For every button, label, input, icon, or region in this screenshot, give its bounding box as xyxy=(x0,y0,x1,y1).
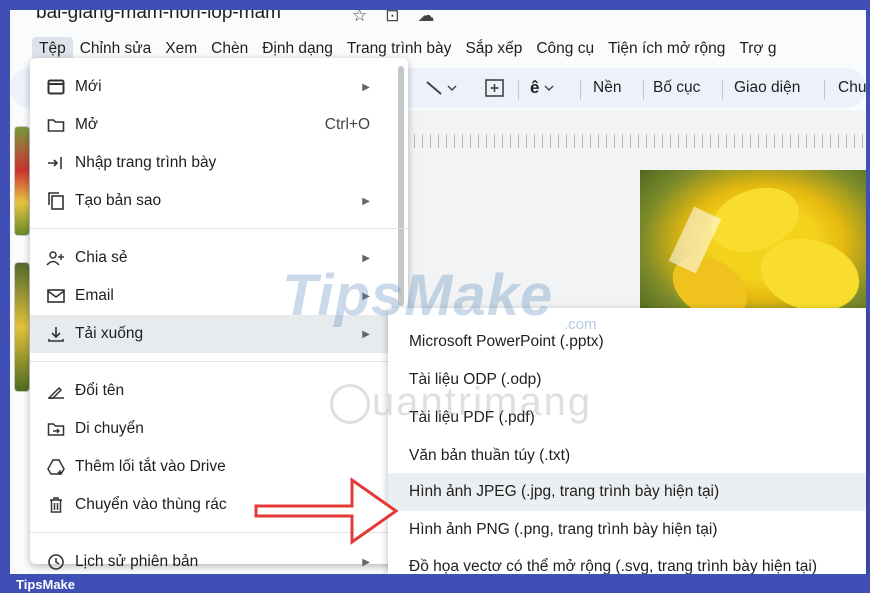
slide-thumbnail[interactable] xyxy=(14,126,30,236)
file-menu-label: Chuyển vào thùng rác xyxy=(75,496,227,513)
download-option-label: Hình ảnh PNG (.png, trang trình bày hiện… xyxy=(409,521,718,538)
trash-icon xyxy=(46,495,66,515)
version-history-icon xyxy=(46,552,66,572)
file-menu-label: Di chuyển xyxy=(75,420,144,437)
cloud-saved-icon[interactable]: ☁ xyxy=(418,10,435,26)
submenu-arrow-icon: ▶ xyxy=(362,556,370,568)
toolbar-divider xyxy=(518,80,519,100)
add-comment-icon xyxy=(485,79,504,97)
file-menu-label: Chia sẻ xyxy=(75,249,128,266)
theme-button[interactable]: Giao diện xyxy=(734,68,800,108)
menu-divider xyxy=(30,228,408,229)
quantrimang-watermark: uantrimang xyxy=(372,380,593,424)
file-menu-label: Đổi tên xyxy=(75,382,125,399)
chevron-down-icon xyxy=(544,85,554,92)
input-tools-icon: ê xyxy=(530,78,540,97)
line-tool-button[interactable] xyxy=(424,68,458,108)
file-menu-label: Lịch sử phiên bản xyxy=(75,553,199,570)
download-icon xyxy=(46,324,66,344)
file-menu-label: Thêm lối tắt vào Drive xyxy=(75,458,226,475)
file-menu-label: Email xyxy=(75,287,114,304)
menu-extensions[interactable]: Tiện ích mở rộng xyxy=(601,37,732,61)
toolbar-divider xyxy=(580,80,581,100)
copy-icon xyxy=(46,191,66,211)
file-menu-label: Tải xuống xyxy=(75,325,144,342)
layout-button[interactable]: Bố cục xyxy=(653,68,700,108)
title-icons: ☆ ⊡ ☁ xyxy=(352,10,435,26)
download-option-label: Văn bản thuần túy (.txt) xyxy=(409,447,571,464)
horizontal-ruler xyxy=(390,134,866,148)
toolbar-divider xyxy=(824,80,825,100)
annotation-arrow-icon xyxy=(254,477,399,545)
submenu-arrow-icon: ▶ xyxy=(362,195,370,207)
add-comment-button[interactable] xyxy=(484,68,506,108)
footer-brand: TipsMake xyxy=(16,577,76,592)
download-option-label: Hình ảnh JPEG (.jpg, trang trình bày hiệ… xyxy=(409,483,720,500)
download-svg[interactable]: Đồ họa vectơ có thể mở rộng (.svg, trang… xyxy=(388,548,866,574)
file-menu-make-copy[interactable]: Tạo bản sao ▶ xyxy=(30,182,408,220)
download-option-label: Microsoft PowerPoint (.pptx) xyxy=(409,333,604,350)
toolbar-divider xyxy=(722,80,723,100)
menu-tools[interactable]: Công cụ xyxy=(529,37,601,61)
tipsmake-watermark-suffix: .com xyxy=(564,316,597,333)
frame-top-border xyxy=(0,0,870,10)
move-to-folder-icon[interactable]: ⊡ xyxy=(385,10,399,26)
line-icon xyxy=(426,81,457,95)
file-menu-label: Mới xyxy=(75,78,102,95)
email-icon xyxy=(46,286,66,306)
import-slides-icon xyxy=(46,153,66,173)
input-tools-button[interactable]: ê xyxy=(530,68,559,108)
background-button[interactable]: Nền xyxy=(593,68,621,108)
download-submenu: Microsoft PowerPoint (.pptx) Tài liệu OD… xyxy=(388,308,866,574)
slide-image[interactable] xyxy=(640,170,866,330)
footer-bar xyxy=(0,574,870,593)
share-icon xyxy=(46,248,66,268)
menu-divider xyxy=(30,361,408,362)
download-txt[interactable]: Văn bản thuần túy (.txt) xyxy=(388,437,866,475)
star-icon[interactable]: ☆ xyxy=(352,10,367,26)
file-menu-label: Nhập trang trình bày xyxy=(75,154,217,171)
menu-arrange[interactable]: Sắp xếp xyxy=(458,37,529,61)
submenu-arrow-icon: ▶ xyxy=(362,81,370,93)
file-menu-open[interactable]: Mở Ctrl+O xyxy=(30,106,408,144)
toolbar-divider xyxy=(643,80,644,100)
frame-left-border xyxy=(0,0,10,593)
submenu-arrow-icon: ▶ xyxy=(362,328,370,340)
new-slide-icon xyxy=(46,77,66,97)
download-option-label: Đồ họa vectơ có thể mở rộng (.svg, trang… xyxy=(409,558,818,574)
frame-right-border xyxy=(866,0,870,593)
file-menu-label: Tạo bản sao xyxy=(75,192,162,209)
rename-icon xyxy=(46,381,66,401)
quantrimang-logo-icon xyxy=(330,384,370,424)
add-shortcut-icon xyxy=(46,457,66,477)
tipsmake-watermark: TipsMake xyxy=(282,263,554,328)
shortcut-text: Ctrl+O xyxy=(324,116,370,133)
file-menu-label: Mở xyxy=(75,116,99,133)
transition-button[interactable]: Chu xyxy=(838,68,866,108)
file-menu-import-slides[interactable]: Nhập trang trình bày xyxy=(30,144,408,182)
download-png[interactable]: Hình ảnh PNG (.png, trang trình bày hiện… xyxy=(388,511,866,549)
file-menu-new[interactable]: Mới ▶ xyxy=(30,68,408,106)
move-icon xyxy=(46,419,66,439)
slide-thumbnail[interactable] xyxy=(14,262,30,392)
document-title[interactable]: bai-giang-mam-non-lop-mam xyxy=(36,10,281,24)
download-jpeg[interactable]: Hình ảnh JPEG (.jpg, trang trình bày hiệ… xyxy=(388,473,866,511)
menu-help[interactable]: Trợ g xyxy=(732,37,783,61)
folder-icon xyxy=(46,115,66,135)
slide-panel xyxy=(10,110,30,574)
